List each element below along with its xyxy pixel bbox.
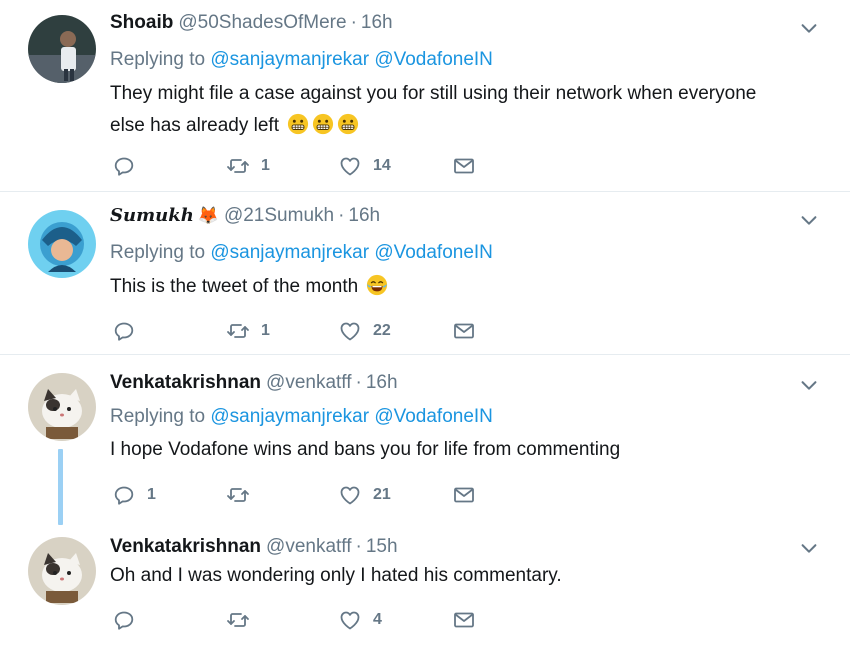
mention-link[interactable]: @VodafoneIN	[374, 242, 493, 263]
reply-icon	[112, 608, 136, 632]
avatar[interactable]	[28, 15, 96, 83]
tweet-text-line: They might file a case against you for s…	[110, 83, 757, 104]
display-name[interactable]: Venkatakrishnan	[110, 372, 261, 394]
reply-button[interactable]	[112, 153, 147, 179]
like-button[interactable]: 4	[338, 607, 382, 633]
mention-link[interactable]: @VodafoneIN	[374, 406, 493, 427]
like-button[interactable]: 22	[338, 318, 391, 344]
retweet-icon	[226, 608, 250, 632]
timestamp[interactable]: 16h	[361, 12, 393, 34]
replying-to-label: Replying to	[110, 49, 206, 70]
retweet-count: 1	[261, 157, 270, 174]
reply-count: 1	[147, 486, 156, 503]
tweet-shoaib[interactable]: Shoaib @50ShadesOfMere · 16h Replying to…	[0, 0, 850, 192]
retweet-button[interactable]	[226, 482, 261, 508]
tweet-venkatakrishnan-1[interactable]: Venkatakrishnan @venkatff · 16h Replying…	[0, 355, 850, 527]
heart-icon	[338, 154, 362, 178]
reply-button[interactable]	[112, 607, 147, 633]
grimacing-face-icon	[287, 113, 309, 135]
grimacing-face-icon	[312, 113, 334, 135]
timestamp[interactable]: 16h	[348, 205, 380, 227]
envelope-icon	[452, 319, 476, 343]
tweet-sumukh[interactable]: Sumukh 🦊 @21Sumukh · 16h Replying to @sa…	[0, 192, 850, 355]
replying-to-label: Replying to	[110, 242, 206, 263]
like-button[interactable]: 14	[338, 153, 391, 179]
like-count: 14	[373, 157, 391, 174]
retweet-button[interactable]	[226, 607, 261, 633]
tweet-text-fragment: This is the tweet of the month	[110, 276, 359, 297]
tweet-header: Sumukh 🦊 @21Sumukh · 16h	[110, 205, 380, 231]
heart-icon	[338, 608, 362, 632]
tweet-header: Venkatakrishnan @venkatff · 16h	[110, 372, 398, 398]
like-button[interactable]: 21	[338, 482, 391, 508]
direct-message-button[interactable]	[452, 318, 476, 344]
separator-dot: ·	[350, 12, 357, 33]
display-name[interactable]: Venkatakrishnan	[110, 536, 261, 558]
thread-connector	[58, 449, 63, 525]
reply-icon	[112, 154, 136, 178]
fox-emoji: 🦊	[197, 206, 219, 225]
like-count: 21	[373, 486, 391, 503]
reply-button[interactable]	[112, 318, 147, 344]
envelope-icon	[452, 608, 476, 632]
retweet-count: 1	[261, 322, 270, 339]
replying-to: Replying to @sanjaymanjrekar @VodafoneIN	[110, 242, 493, 264]
display-name[interactable]: Shoaib	[110, 12, 173, 34]
user-handle[interactable]: @venkatff	[266, 372, 351, 394]
envelope-icon	[452, 154, 476, 178]
chevron-down-icon[interactable]	[798, 17, 820, 39]
tweet-header: Venkatakrishnan @venkatff · 15h	[110, 536, 398, 562]
replying-to-label: Replying to	[110, 406, 206, 427]
heart-icon	[338, 483, 362, 507]
user-handle[interactable]: @50ShadesOfMere	[178, 12, 346, 34]
retweet-icon	[226, 483, 250, 507]
like-count: 4	[373, 611, 382, 628]
tweet-text-line: else has already left	[110, 110, 810, 142]
user-handle[interactable]: @21Sumukh	[224, 205, 334, 227]
heart-icon	[338, 319, 362, 343]
replying-to: Replying to @sanjaymanjrekar @VodafoneIN	[110, 406, 493, 428]
tweet-text: Oh and I was wondering only I hated his …	[110, 565, 562, 586]
envelope-icon	[452, 483, 476, 507]
separator-dot: ·	[338, 205, 345, 226]
grimacing-face-icon	[337, 113, 359, 135]
direct-message-button[interactable]	[452, 607, 476, 633]
reply-icon	[112, 483, 136, 507]
user-handle[interactable]: @venkatff	[266, 536, 351, 558]
mention-link[interactable]: @sanjaymanjrekar	[210, 406, 369, 427]
avatar[interactable]	[28, 373, 96, 441]
tweet-text: This is the tweet of the month	[110, 271, 810, 303]
chevron-down-icon[interactable]	[798, 374, 820, 396]
chevron-down-icon[interactable]	[798, 537, 820, 559]
timestamp[interactable]: 16h	[366, 372, 398, 394]
tweet-text: They might file a case against you for s…	[110, 78, 810, 142]
reply-icon	[112, 319, 136, 343]
retweet-button[interactable]: 1	[226, 318, 270, 344]
retweet-icon	[226, 319, 250, 343]
mention-link[interactable]: @VodafoneIN	[374, 49, 493, 70]
separator-dot: ·	[355, 372, 362, 393]
chevron-down-icon[interactable]	[798, 209, 820, 231]
avatar[interactable]	[28, 210, 96, 278]
tweet-venkatakrishnan-2[interactable]: Venkatakrishnan @venkatff · 15h Oh and I…	[0, 527, 850, 656]
timestamp[interactable]: 15h	[366, 536, 398, 558]
retweet-icon	[226, 154, 250, 178]
tweet-text-fragment: else has already left	[110, 115, 279, 136]
direct-message-button[interactable]	[452, 482, 476, 508]
tweet-header: Shoaib @50ShadesOfMere · 16h	[110, 12, 393, 38]
tweet-text: I hope Vodafone wins and bans you for li…	[110, 439, 621, 460]
separator-dot: ·	[355, 536, 362, 557]
mention-link[interactable]: @sanjaymanjrekar	[210, 242, 369, 263]
display-name[interactable]: Sumukh	[110, 205, 194, 226]
avatar[interactable]	[28, 537, 96, 605]
mention-link[interactable]: @sanjaymanjrekar	[210, 49, 369, 70]
face-with-tears-of-joy-icon	[366, 274, 388, 296]
retweet-button[interactable]: 1	[226, 153, 270, 179]
like-count: 22	[373, 322, 391, 339]
replying-to: Replying to @sanjaymanjrekar @VodafoneIN	[110, 49, 493, 71]
reply-button[interactable]: 1	[112, 482, 156, 508]
direct-message-button[interactable]	[452, 153, 476, 179]
